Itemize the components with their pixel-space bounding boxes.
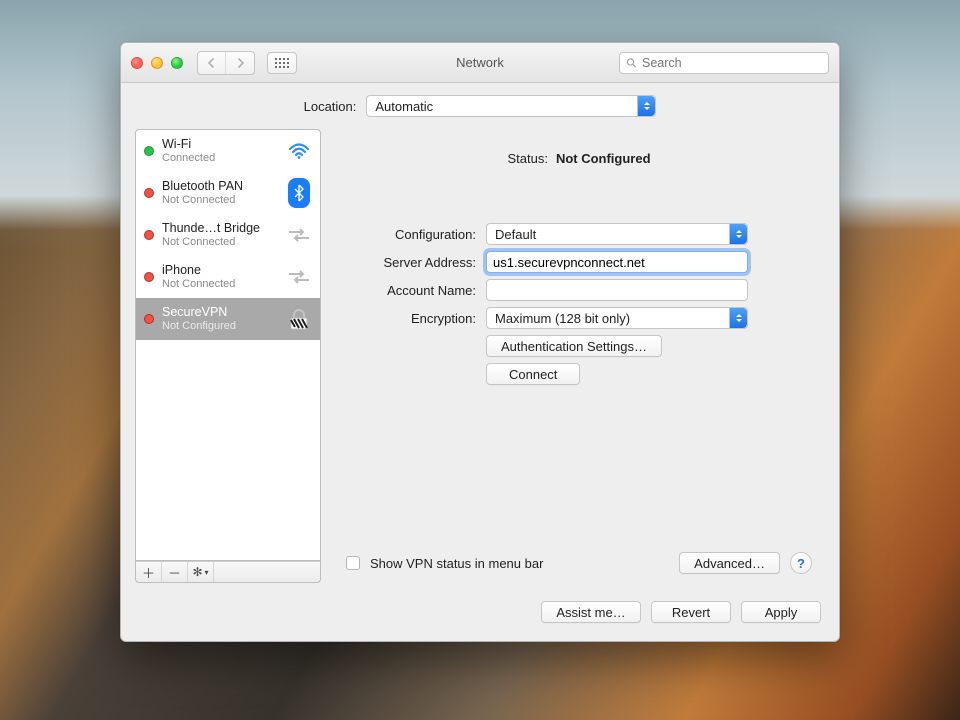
network-list-sidebar: Wi-Fi Connected Bluetooth PAN Not Connec… — [135, 129, 321, 583]
sidebar-item-iphone[interactable]: iPhone Not Connected — [136, 256, 320, 298]
service-status: Connected — [162, 152, 215, 165]
status-value: Not Configured — [556, 151, 651, 166]
advanced-button[interactable]: Advanced… — [679, 552, 780, 574]
window-title: Network — [456, 55, 504, 70]
add-service-button[interactable]: ＋ — [136, 562, 162, 582]
sidebar-toolbar: ＋ － ✻▾ — [135, 561, 321, 583]
window-minimize-button[interactable] — [151, 57, 163, 69]
status-dot-icon — [144, 314, 154, 324]
ethernet-sync-icon — [286, 222, 312, 248]
sidebar-item-securevpn[interactable]: SecureVPN Not Configured — [136, 298, 320, 340]
sidebar-item-thunderbolt-bridge[interactable]: Thunde…t Bridge Not Connected — [136, 214, 320, 256]
service-status: Not Connected — [162, 194, 243, 207]
service-status: Not Connected — [162, 236, 260, 249]
search-field[interactable] — [619, 52, 829, 74]
service-status: Not Configured — [162, 320, 236, 333]
service-name: Wi-Fi — [162, 137, 215, 151]
ethernet-sync-icon — [286, 264, 312, 290]
window-footer: Assist me… Revert Apply — [121, 595, 839, 641]
forward-button[interactable] — [226, 52, 254, 74]
revert-button[interactable]: Revert — [651, 601, 731, 623]
select-arrows-icon — [729, 308, 747, 328]
service-name: iPhone — [162, 263, 235, 277]
show-vpn-status-checkbox[interactable] — [346, 556, 360, 570]
sidebar-item-wifi[interactable]: Wi-Fi Connected — [136, 130, 320, 172]
nav-button-group — [197, 51, 255, 75]
service-status: Not Connected — [162, 278, 235, 291]
connect-button[interactable]: Connect — [486, 363, 580, 385]
remove-service-button[interactable]: － — [162, 562, 188, 582]
window-zoom-button[interactable] — [171, 57, 183, 69]
select-arrows-icon — [729, 224, 747, 244]
status-dot-icon — [144, 188, 154, 198]
location-row: Location: Automatic — [121, 83, 839, 129]
wifi-icon — [286, 138, 312, 164]
encryption-select[interactable]: Maximum (128 bit only) — [486, 307, 748, 329]
desktop-wallpaper: Network Location: Automatic — [0, 0, 960, 720]
encryption-value: Maximum (128 bit only) — [495, 311, 630, 326]
show-all-button[interactable] — [267, 52, 297, 74]
service-name: Thunde…t Bridge — [162, 221, 260, 235]
vpn-lock-icon — [286, 306, 312, 332]
action-menu-button[interactable]: ✻▾ — [188, 562, 214, 582]
chevron-left-icon — [207, 58, 216, 68]
service-name: SecureVPN — [162, 305, 236, 319]
window-traffic-lights — [131, 57, 183, 69]
service-detail-panel: Status: Not Configured Configuration: De… — [333, 129, 825, 583]
status-dot-icon — [144, 146, 154, 156]
encryption-label: Encryption: — [346, 311, 486, 326]
network-preferences-window: Network Location: Automatic — [120, 42, 840, 642]
bluetooth-icon — [286, 180, 312, 206]
location-select[interactable]: Automatic — [366, 95, 656, 117]
apply-button[interactable]: Apply — [741, 601, 821, 623]
account-name-label: Account Name: — [346, 283, 486, 298]
server-address-input[interactable] — [486, 251, 748, 273]
configuration-select[interactable]: Default — [486, 223, 748, 245]
window-close-button[interactable] — [131, 57, 143, 69]
server-address-label: Server Address: — [346, 255, 486, 270]
status-dot-icon — [144, 230, 154, 240]
status-label: Status: — [507, 151, 547, 166]
network-service-list: Wi-Fi Connected Bluetooth PAN Not Connec… — [135, 129, 321, 561]
account-name-input[interactable] — [486, 279, 748, 301]
location-label: Location: — [304, 99, 357, 114]
content-area: Wi-Fi Connected Bluetooth PAN Not Connec… — [121, 129, 839, 595]
configuration-value: Default — [495, 227, 536, 242]
chevron-down-icon: ▾ — [205, 568, 209, 577]
service-name: Bluetooth PAN — [162, 179, 243, 193]
grid-icon — [275, 58, 289, 68]
search-icon — [626, 57, 637, 69]
sidebar-item-bluetooth[interactable]: Bluetooth PAN Not Connected — [136, 172, 320, 214]
status-dot-icon — [144, 272, 154, 282]
back-button[interactable] — [198, 52, 226, 74]
assist-me-button[interactable]: Assist me… — [541, 601, 641, 623]
authentication-settings-button[interactable]: Authentication Settings… — [486, 335, 662, 357]
gear-icon: ✻ — [192, 565, 202, 579]
chevron-right-icon — [236, 58, 245, 68]
configuration-label: Configuration: — [346, 227, 486, 242]
select-arrows-icon — [637, 96, 655, 116]
search-input[interactable] — [642, 56, 822, 70]
window-titlebar: Network — [121, 43, 839, 83]
help-button[interactable]: ? — [790, 552, 812, 574]
show-vpn-status-label: Show VPN status in menu bar — [370, 556, 543, 571]
location-value: Automatic — [375, 99, 433, 114]
